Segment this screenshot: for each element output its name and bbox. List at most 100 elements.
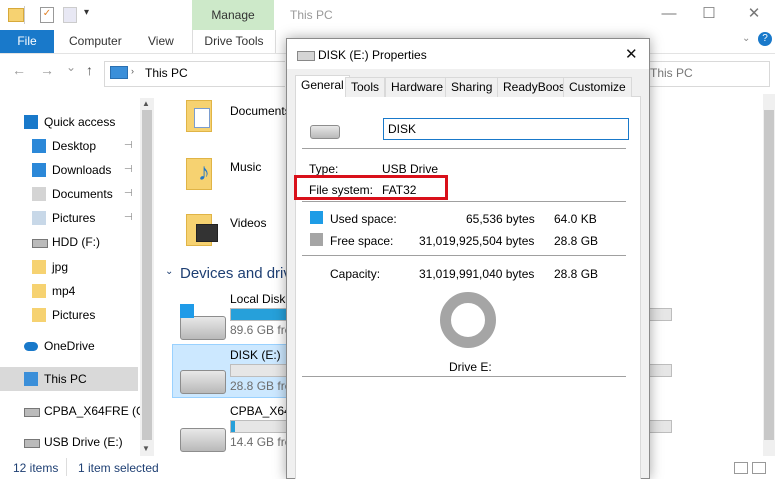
tab-manage[interactable]: Manage [192,0,274,30]
new-folder-icon[interactable] [63,7,77,23]
hard-drive-icon [180,316,226,340]
folder-label-music[interactable]: Music [230,160,261,174]
help-icon[interactable]: ? [758,32,772,46]
up-icon[interactable]: ↑ [86,62,93,78]
usb-drive-icon [24,439,40,448]
usb-drive-icon [180,370,226,394]
ribbon-expand-icon[interactable]: ⌄ [742,33,750,44]
recent-locations-icon[interactable]: ⌄ [66,60,76,74]
tab-computer[interactable]: Computer [69,30,122,53]
sidebar-item[interactable]: Quick access [0,110,138,134]
tab-drive-tools[interactable]: Drive Tools [192,30,276,53]
status-selection: 1 item selected [78,461,159,475]
sidebar-item[interactable]: Downloads ⊣ [0,158,138,182]
sidebar-item-label: OneDrive [44,339,95,353]
pin-icon[interactable]: ⊣ [124,182,133,206]
close-button[interactable]: ✕ [735,0,773,30]
minimize-button[interactable]: — [650,0,688,30]
breadcrumb-chevron-icon[interactable]: › [131,66,134,76]
sidebar-item[interactable]: Pictures [0,303,138,327]
capacity-bytes: 31,019,991,040 bytes [419,267,535,281]
sidebar-item-label: Downloads [52,163,112,177]
tab-sharing[interactable]: Sharing [445,77,499,97]
free-space-swatch [310,233,323,246]
search-input[interactable]: This PC [650,66,693,80]
divider [24,6,25,24]
sidebar-item[interactable]: jpg [0,255,138,279]
sidebar-item-label: Pictures [52,308,96,322]
drive-usage-fill [231,421,236,432]
download-icon [32,163,46,177]
usb-drive-icon [297,51,315,61]
tab-hardware[interactable]: Hardware [385,77,450,97]
sidebar-item-label: Documents [52,187,113,201]
sidebar-item-label: Pictures [52,211,96,225]
drive-name-input[interactable]: DISK [383,118,629,140]
back-icon[interactable]: ← [12,62,26,78]
scroll-up-icon[interactable]: ▲ [142,99,150,108]
sidebar-item[interactable]: CPBA_X64FRE (G:) [0,399,153,423]
general-tab-page: DISK Type: USB Drive File system: FAT32 … [295,96,641,479]
sidebar-item[interactable]: HDD (F:) [0,230,138,254]
cloud-icon [24,342,38,351]
sidebar-item[interactable]: USB Drive (E:) [0,430,138,454]
star-icon [24,115,38,129]
sidebar-item[interactable]: Documents ⊣ [0,182,138,206]
pin-icon[interactable]: ⊣ [124,206,133,230]
tab-view[interactable]: View [148,30,174,53]
drive-name-local-disk[interactable]: Local Disk [230,292,285,306]
windows-logo-icon [180,304,194,318]
folder-label-videos[interactable]: Videos [230,216,266,230]
folder-icon [8,8,24,22]
pin-icon[interactable]: ⊣ [124,134,133,158]
large-icons-view-icon[interactable] [752,462,766,474]
window-title: This PC [290,8,333,22]
breadcrumb-this-pc[interactable]: This PC [145,66,188,80]
tab-customize[interactable]: Customize [563,77,632,97]
music-note-icon: ♪ [198,159,210,186]
tab-general[interactable]: General [295,75,350,97]
customize-toolbar-icon[interactable]: ▾ [84,7,89,18]
folder-icon [32,284,46,298]
sidebar-item[interactable]: This PC [0,367,138,391]
usb-drive-icon [310,125,340,139]
sidebar-item[interactable]: Desktop ⊣ [0,134,138,158]
free-space-size: 28.8 GB [554,234,599,248]
details-view-icon[interactable] [734,462,748,474]
dialog-title: DISK (E:) Properties [318,48,427,62]
dialog-close-button[interactable]: ✕ [625,45,638,63]
folder-icon [32,260,46,274]
drive-name-disk-e[interactable]: DISK (E:) [230,348,281,362]
navigation-pane: Quick access Desktop ⊣ Downloads ⊣ Documents ⊣… [0,94,153,456]
collapse-chevron-icon[interactable]: ⌄ [165,266,173,277]
sidebar-item[interactable]: mp4 [0,279,138,303]
divider [302,148,626,149]
divider [302,255,626,256]
folder-label-documents[interactable]: Documents [230,104,291,118]
capacity-label: Capacity: [330,267,381,281]
sidebar-item-label: CPBA_X64FRE (G:) [44,404,153,418]
properties-icon[interactable]: ✓ [40,7,54,23]
forward-icon[interactable]: → [40,62,54,78]
sidebar-item-label: jpg [52,260,69,274]
tab-tools[interactable]: Tools [345,77,386,97]
drive-name-value[interactable]: DISK [388,122,416,136]
scroll-down-icon[interactable]: ▼ [142,444,150,453]
optical-drive-icon[interactable] [180,428,226,452]
used-space-label: Used space: [330,212,397,226]
scrollbar-thumb[interactable] [142,110,152,440]
scrollbar-thumb[interactable] [764,110,774,440]
sidebar-item[interactable]: OneDrive [0,334,138,358]
maximize-button[interactable]: ☐ [690,0,728,30]
free-space-label: Free space: [330,234,394,248]
sidebar-item[interactable]: Pictures ⊣ [0,206,138,230]
divider [302,376,626,377]
documents-icon [32,187,46,201]
computer-icon [110,66,128,79]
file-system-highlight-box [294,175,448,200]
capacity-size: 28.8 GB [554,267,599,281]
drive-icon [24,408,40,417]
pin-icon[interactable]: ⊣ [124,158,133,182]
sidebar-item-label: HDD (F:) [52,235,100,249]
tab-file[interactable]: File [0,30,54,53]
